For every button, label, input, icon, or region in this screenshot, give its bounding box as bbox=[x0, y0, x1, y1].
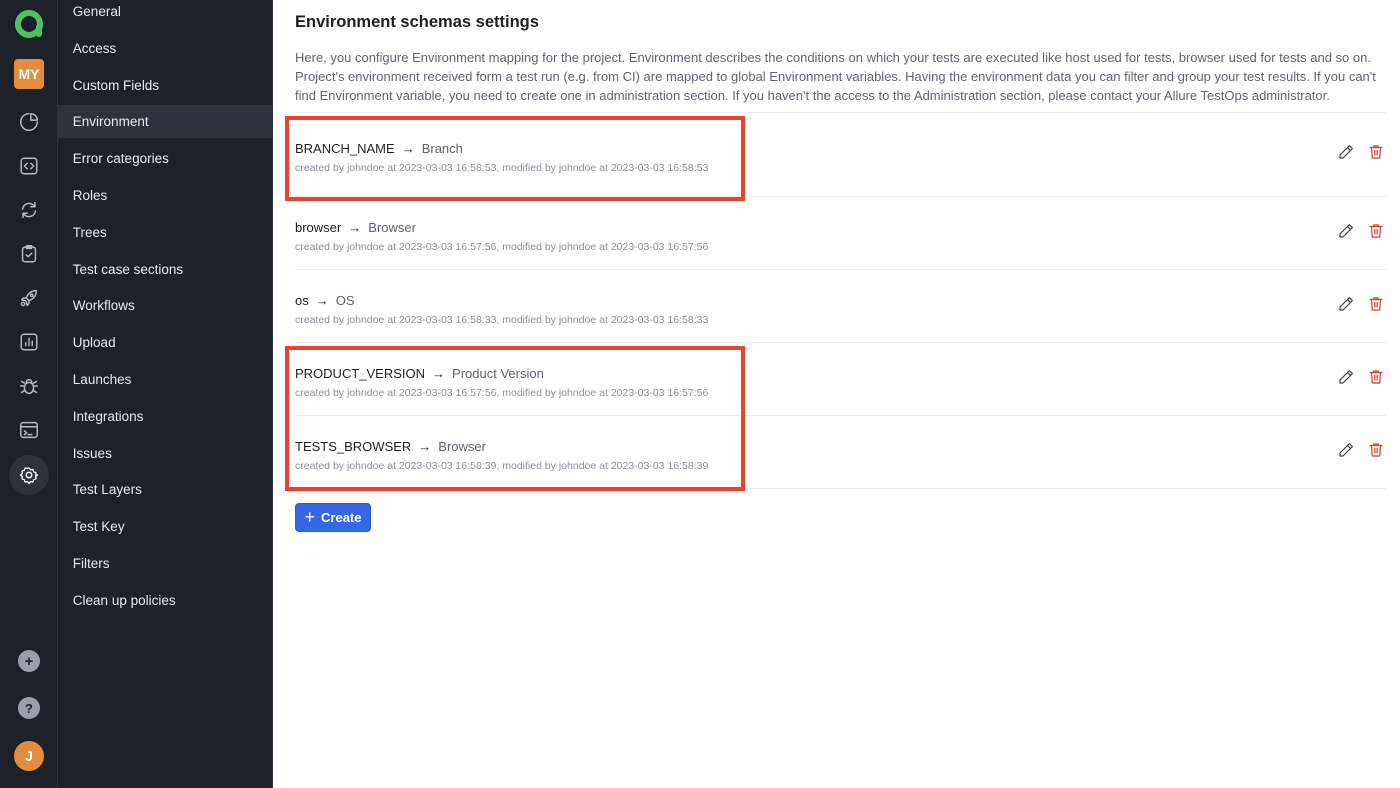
schema-row: TESTS_BROWSER → Browser created by johnd… bbox=[295, 416, 1386, 489]
schema-target: Browser bbox=[368, 219, 416, 235]
create-button[interactable]: + Create bbox=[295, 503, 371, 532]
schema-meta: created by johndoe at 2023-03-03 16:58:5… bbox=[295, 162, 709, 174]
settings-nav-item-test-layers[interactable]: Test Layers bbox=[58, 473, 272, 506]
schema-key: BRANCH_NAME bbox=[295, 141, 395, 156]
row-actions bbox=[1337, 441, 1385, 464]
settings-nav-item-upload[interactable]: Upload bbox=[58, 326, 272, 359]
settings-nav-item-launches[interactable]: Launches bbox=[58, 363, 272, 396]
delete-icon[interactable] bbox=[1367, 143, 1385, 166]
schema-row: PRODUCT_VERSION → Product Version create… bbox=[295, 343, 1386, 416]
bug-icon[interactable] bbox=[9, 366, 49, 406]
create-button-label: Create bbox=[321, 510, 362, 525]
schema-info: browser → Browser created by johndoe at … bbox=[295, 214, 708, 253]
settings-nav-item-environment[interactable]: Environment bbox=[57, 105, 272, 139]
icon-rail: MY + ? J bbox=[0, 0, 58, 788]
schema-meta: created by johndoe at 2023-03-03 16:58:3… bbox=[295, 459, 709, 472]
schema-meta: created by johndoe at 2023-03-03 16:57:5… bbox=[295, 386, 709, 399]
user-avatar[interactable]: J bbox=[14, 741, 44, 771]
schema-meta: created by johndoe at 2023-03-03 16:57:5… bbox=[295, 240, 709, 253]
schema-mapping: os → OS bbox=[295, 293, 708, 308]
code-icon[interactable] bbox=[9, 146, 49, 186]
schema-info: PRODUCT_VERSION → Product Version create… bbox=[295, 360, 708, 399]
schema-info: os → OS created by johndoe at 2023-03-03… bbox=[295, 287, 708, 326]
schema-mapping: browser → Browser bbox=[295, 220, 708, 235]
settings-nav-item-general[interactable]: General bbox=[58, 0, 272, 28]
schema-info: BRANCH_NAME → Branch created by johndoe … bbox=[295, 135, 708, 174]
settings-nav-item-issues[interactable]: Issues bbox=[58, 437, 272, 470]
arrow-right-icon: → bbox=[315, 292, 329, 308]
schema-key: browser bbox=[295, 219, 342, 235]
page-title: Environment schemas settings bbox=[295, 13, 539, 31]
edit-icon[interactable] bbox=[1337, 295, 1355, 318]
schema-row: browser → Browser created by johndoe at … bbox=[295, 197, 1386, 270]
delete-icon[interactable] bbox=[1367, 368, 1385, 391]
arrow-right-icon: → bbox=[418, 438, 432, 454]
schema-row: BRANCH_NAME → Branch created by johndoe … bbox=[295, 113, 1386, 197]
clipboard-icon[interactable] bbox=[9, 234, 49, 274]
schema-target: Browser bbox=[438, 438, 486, 454]
delete-icon[interactable] bbox=[1367, 222, 1385, 245]
settings-nav: General Access Custom Fields Environment Err… bbox=[57, 0, 273, 788]
settings-nav-item-workflows[interactable]: Workflows bbox=[58, 289, 272, 322]
arrow-right-icon: → bbox=[432, 365, 446, 381]
settings-nav-item-custom-fields[interactable]: Custom Fields bbox=[58, 69, 272, 102]
schema-info: TESTS_BROWSER → Browser created by johnd… bbox=[295, 433, 708, 472]
arrow-right-icon: → bbox=[348, 219, 362, 235]
schema-key: TESTS_BROWSER bbox=[295, 438, 412, 454]
schema-target: OS bbox=[335, 292, 355, 308]
settings-nav-item-test-key[interactable]: Test Key bbox=[58, 510, 272, 543]
schema-key: os bbox=[295, 292, 309, 308]
settings-nav-item-error-categories[interactable]: Error categories bbox=[58, 142, 272, 175]
terminal-icon[interactable] bbox=[9, 410, 49, 450]
settings-icon[interactable] bbox=[9, 455, 49, 495]
row-actions bbox=[1337, 143, 1385, 166]
schema-list: BRANCH_NAME → Branch created by johndoe … bbox=[295, 112, 1386, 489]
arrow-right-icon: → bbox=[401, 141, 415, 156]
row-actions bbox=[1337, 368, 1385, 391]
settings-nav-item-trees[interactable]: Trees bbox=[58, 216, 272, 249]
schema-target: Branch bbox=[421, 141, 463, 156]
settings-nav-item-roles[interactable]: Roles bbox=[58, 179, 272, 212]
row-actions bbox=[1337, 295, 1385, 318]
settings-nav-item-test-case-sections[interactable]: Test case sections bbox=[58, 253, 272, 286]
row-actions bbox=[1337, 222, 1385, 245]
help-icon[interactable]: ? bbox=[18, 697, 40, 719]
plus-icon: + bbox=[304, 506, 316, 527]
settings-nav-item-filters[interactable]: Filters bbox=[58, 547, 272, 580]
schema-target: Product Version bbox=[452, 365, 544, 381]
main-content: Environment schemas settings Here, you c… bbox=[273, 0, 1400, 788]
sync-icon[interactable] bbox=[9, 190, 49, 230]
edit-icon[interactable] bbox=[1337, 222, 1355, 245]
schema-key: PRODUCT_VERSION bbox=[295, 365, 426, 381]
schema-mapping: PRODUCT_VERSION → Product Version bbox=[295, 366, 708, 381]
edit-icon[interactable] bbox=[1337, 441, 1355, 464]
settings-nav-item-clean-up-policies[interactable]: Clean up policies bbox=[58, 584, 272, 617]
settings-nav-item-integrations[interactable]: Integrations bbox=[58, 400, 272, 433]
rocket-icon[interactable] bbox=[9, 278, 49, 318]
schema-mapping: BRANCH_NAME → Branch bbox=[295, 141, 708, 156]
settings-nav-item-access[interactable]: Access bbox=[58, 32, 272, 65]
delete-icon[interactable] bbox=[1367, 295, 1385, 318]
schema-row: os → OS created by johndoe at 2023-03-03… bbox=[295, 270, 1386, 343]
delete-icon[interactable] bbox=[1367, 441, 1385, 464]
edit-icon[interactable] bbox=[1337, 143, 1355, 166]
add-icon[interactable]: + bbox=[18, 650, 40, 672]
schema-mapping: TESTS_BROWSER → Browser bbox=[295, 439, 708, 454]
dashboard-icon[interactable] bbox=[9, 102, 49, 142]
schema-meta: created by johndoe at 2023-03-03 16:58:3… bbox=[295, 313, 709, 326]
chart-icon[interactable] bbox=[9, 322, 49, 362]
page-description: Here, you configure Environment mapping … bbox=[295, 50, 1376, 103]
project-badge[interactable]: MY bbox=[14, 59, 44, 89]
allure-logo[interactable] bbox=[14, 9, 44, 39]
edit-icon[interactable] bbox=[1337, 368, 1355, 391]
